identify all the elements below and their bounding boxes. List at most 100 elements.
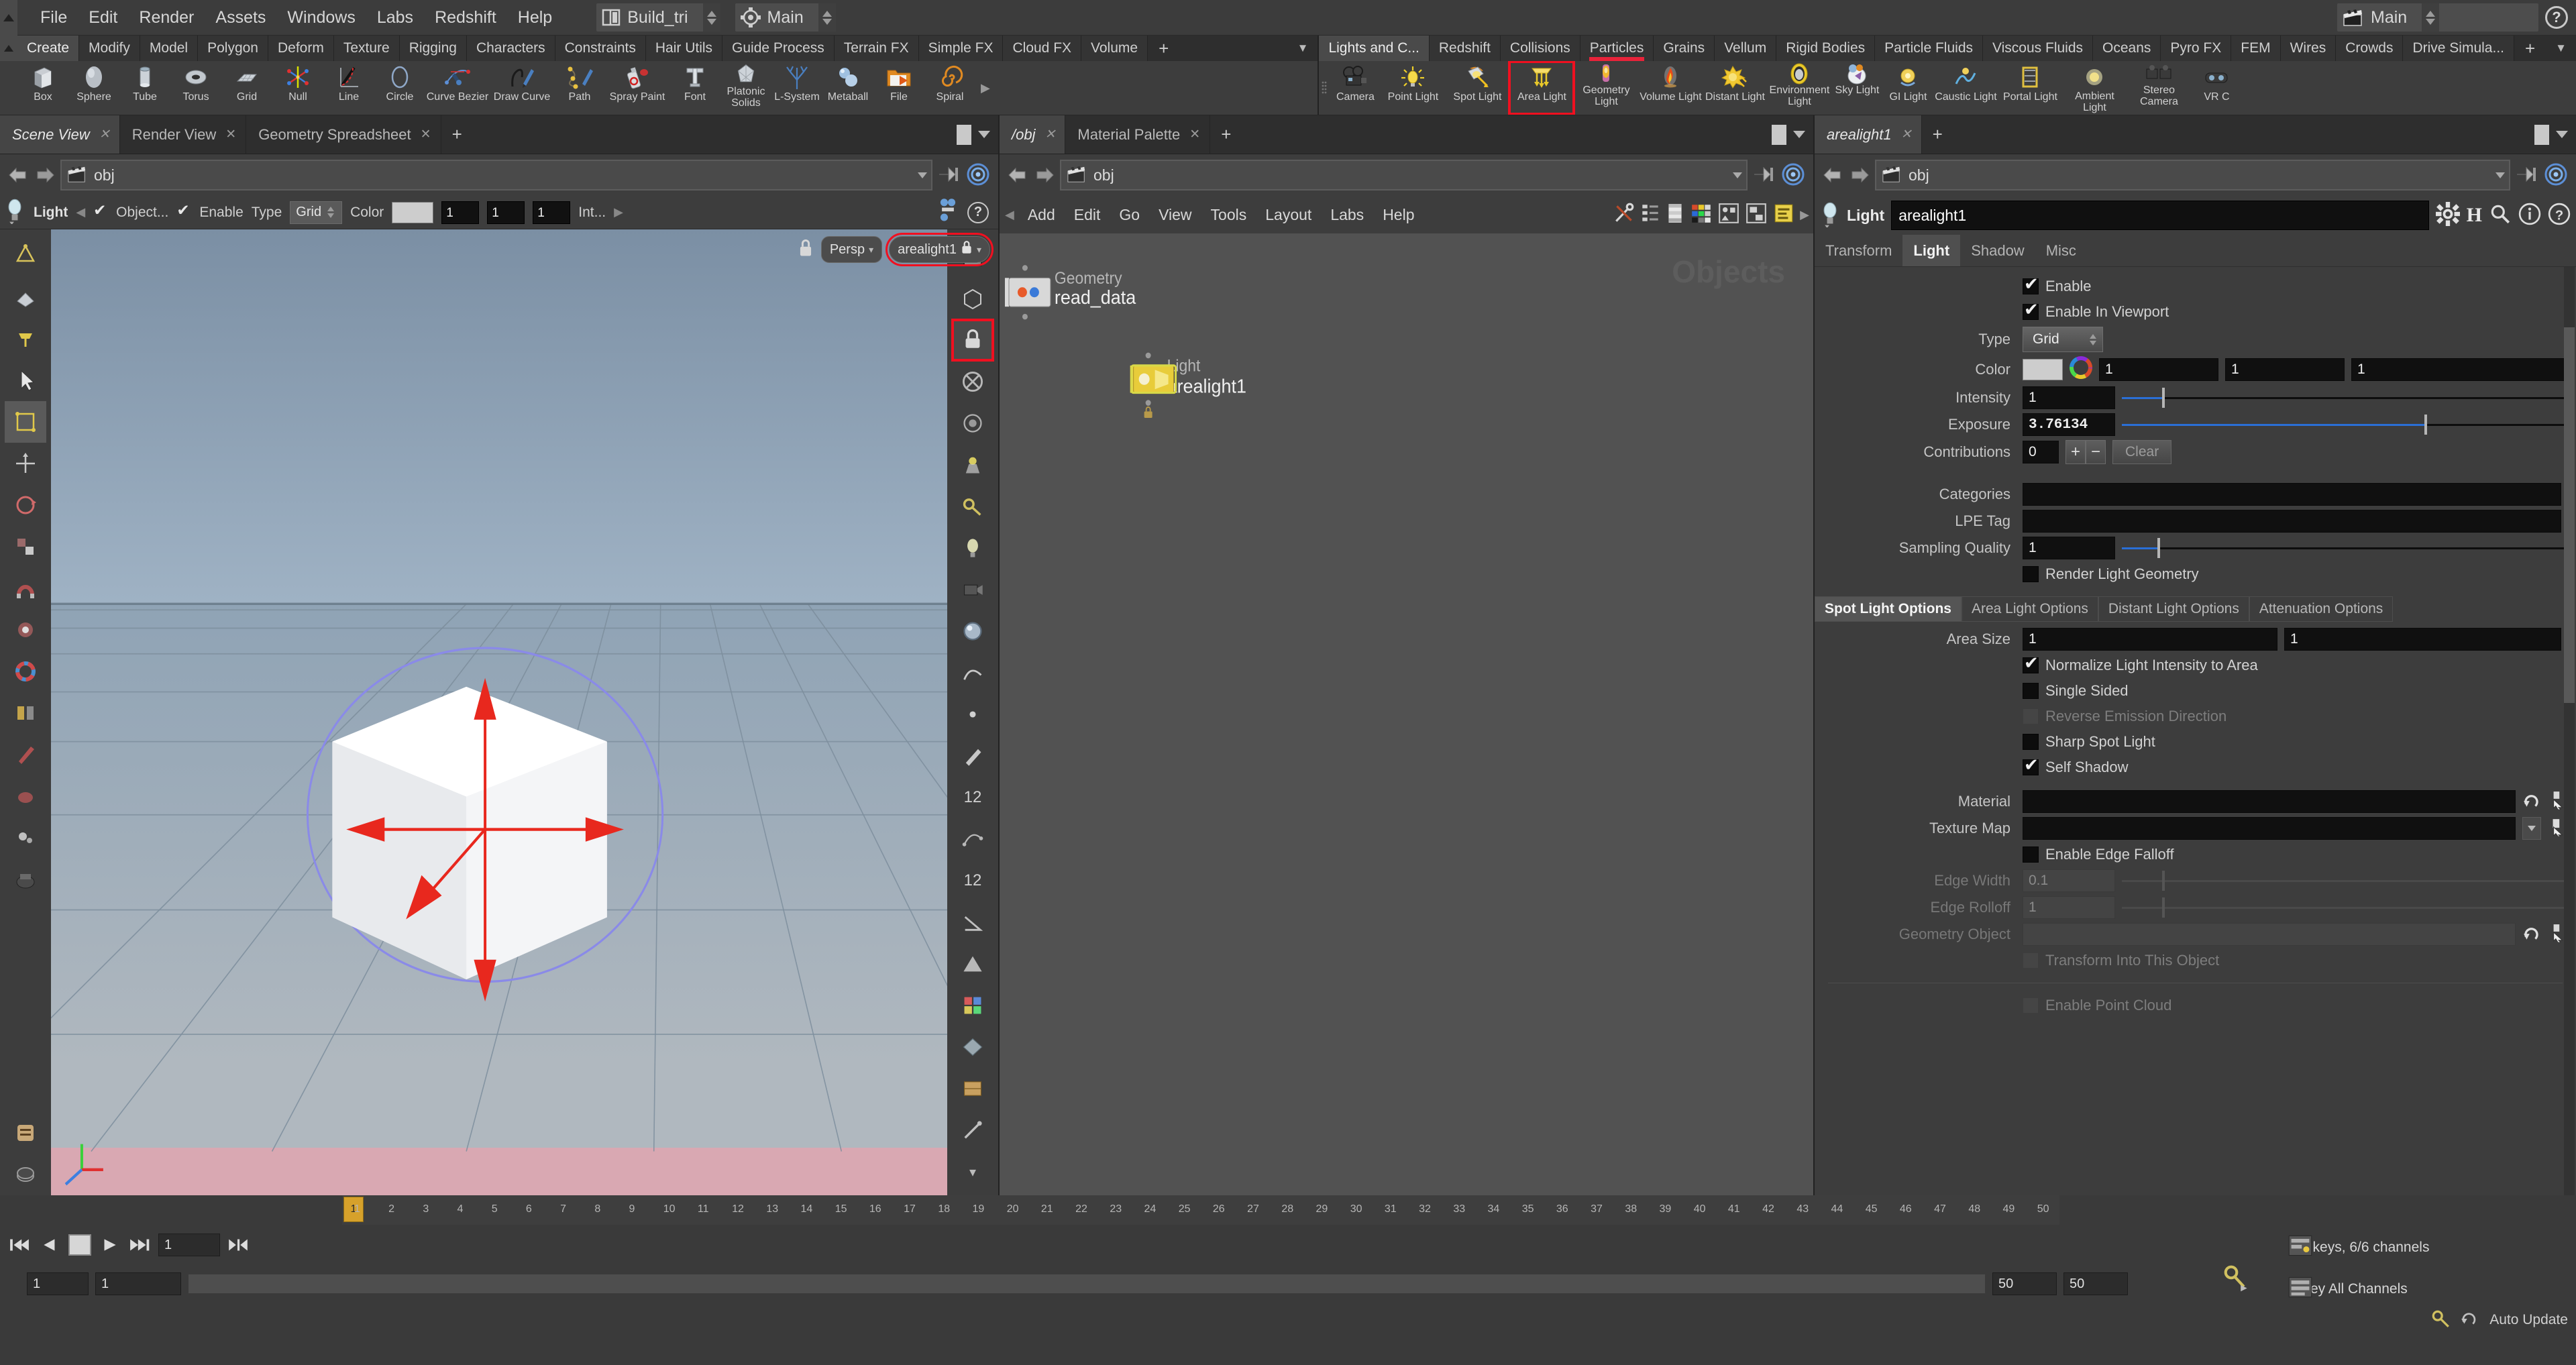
- shelf-tab-deform[interactable]: Deform: [268, 36, 334, 61]
- help-tool-icon[interactable]: [5, 1154, 46, 1195]
- self-shadow-checkbox[interactable]: [2023, 755, 2039, 775]
- range-end-field-b[interactable]: 50: [2063, 1272, 2128, 1295]
- categories-field[interactable]: [2023, 483, 2561, 506]
- toolbar-type-combo[interactable]: Grid: [290, 201, 343, 224]
- tab-arealight1-parms[interactable]: arealight1 ✕: [1815, 115, 1922, 154]
- timeline-ruler[interactable]: 1 1 2 3 4 5 6 7 8 9 10 11 12 13 14 15 16 17 18 19 20 21 22 23 2…: [342, 1195, 2059, 1225]
- shelf-tool-curve-bezier[interactable]: Curve Bezier: [425, 62, 490, 114]
- object-check-icon[interactable]: [93, 201, 108, 220]
- toolbar-color-g[interactable]: 1: [487, 201, 525, 224]
- shelf-left-tools-grip[interactable]: [0, 61, 17, 115]
- shelf-tab-particles[interactable]: Particles: [1580, 36, 1654, 61]
- network-canvas[interactable]: Objects Geometry read_data Light arealig…: [1000, 233, 1813, 1195]
- menu-edit[interactable]: Edit: [78, 4, 128, 32]
- netmenu-go[interactable]: Go: [1110, 203, 1149, 227]
- view-tool-icon[interactable]: [5, 235, 46, 276]
- shelf-tab-redshift[interactable]: Redshift: [1429, 36, 1501, 61]
- shelf-tab-crowds[interactable]: Crowds: [2336, 36, 2404, 61]
- sectab-attenuation-options[interactable]: Attenuation Options: [2249, 596, 2394, 622]
- shelf-tool-sphere[interactable]: Sphere: [68, 62, 119, 114]
- shelf-tool-spiral[interactable]: Spiral: [924, 62, 975, 114]
- forward-icon[interactable]: [1848, 164, 1871, 186]
- desktop-right-spinner[interactable]: [2422, 3, 2440, 32]
- number-12-icon[interactable]: 12: [952, 777, 994, 818]
- light-tool-icon[interactable]: [5, 318, 46, 360]
- texture-icon[interactable]: [952, 1068, 994, 1109]
- shelf-tool-draw-curve[interactable]: Draw Curve: [490, 62, 554, 114]
- parameters-add-tab[interactable]: +: [1922, 115, 1953, 154]
- viewport-canvas[interactable]: [51, 229, 998, 1195]
- ghost-icon[interactable]: [952, 402, 994, 444]
- close-icon[interactable]: ✕: [1901, 127, 1912, 142]
- target-icon[interactable]: [1781, 162, 1807, 188]
- netmenu-help[interactable]: Help: [1373, 203, 1424, 227]
- desktop-selector-build[interactable]: Build_tri: [596, 3, 720, 32]
- shelf-tab-drive-simulation[interactable]: Drive Simula...: [2403, 36, 2514, 61]
- netmenu-layout[interactable]: Layout: [1256, 203, 1321, 227]
- shelf-tab-volume[interactable]: Volume: [1081, 36, 1148, 61]
- shelf-tool-box[interactable]: Box: [17, 62, 68, 114]
- sectab-spot-light-options[interactable]: Spot Light Options: [1815, 596, 1962, 622]
- maximize-pane-icon[interactable]: [957, 124, 971, 145]
- shelf-tool-volume-light[interactable]: Volume Light: [1638, 62, 1703, 114]
- auto-update-label[interactable]: Auto Update: [2489, 1312, 2568, 1328]
- shelf-tab-simple-fx[interactable]: Simple FX: [918, 36, 1004, 61]
- shelf-tool-circle[interactable]: Circle: [374, 62, 425, 114]
- groups-tool-icon[interactable]: [5, 1112, 46, 1154]
- shelf-tab-grains[interactable]: Grains: [1654, 36, 1715, 61]
- triangle-icon[interactable]: [952, 943, 994, 985]
- shelf-tool-geometry-light[interactable]: Geometry Light: [1574, 62, 1638, 114]
- contributions-plus-button[interactable]: +: [2065, 440, 2086, 464]
- pane-menu-icon[interactable]: [978, 131, 990, 138]
- range-end-field-a[interactable]: 50: [1992, 1272, 2057, 1295]
- spotlight-icon[interactable]: [952, 444, 994, 486]
- shelf-tab-vellum[interactable]: Vellum: [1715, 36, 1777, 61]
- shelf-tool-sky-light[interactable]: Sky Light: [1831, 62, 1882, 114]
- info-icon[interactable]: [2518, 203, 2541, 229]
- material-tool-icon[interactable]: [5, 276, 46, 318]
- scene-add-tab[interactable]: +: [441, 115, 473, 154]
- shelf-tab-particle-fluids[interactable]: Particle Fluids: [1875, 36, 1984, 61]
- maximize-pane-icon[interactable]: [1772, 124, 1786, 145]
- curve-edit-icon[interactable]: [952, 818, 994, 860]
- viewport-selected-object[interactable]: arealight1 ▾: [885, 233, 994, 266]
- shelf-tab-oceans[interactable]: Oceans: [2093, 36, 2161, 61]
- shelf-left-scroll-right-icon[interactable]: ▶: [975, 81, 996, 95]
- help-icon[interactable]: ?: [2548, 203, 2571, 229]
- desktop-selector-right[interactable]: Main: [2337, 3, 2538, 32]
- menu-render[interactable]: Render: [128, 4, 205, 32]
- range-start-field[interactable]: 1: [27, 1272, 89, 1295]
- menu-windows[interactable]: Windows: [276, 4, 366, 32]
- timeline-range-slider[interactable]: [188, 1274, 1986, 1294]
- texture-map-field[interactable]: [2023, 817, 2516, 840]
- list-view-icon[interactable]: [1640, 202, 1660, 228]
- desktop-selector-main[interactable]: Main: [735, 3, 836, 32]
- contributions-field[interactable]: 0: [2023, 441, 2059, 463]
- intensity-field[interactable]: 1: [2023, 386, 2115, 409]
- single-sided-checkbox[interactable]: [2023, 683, 2039, 699]
- contributions-stepper[interactable]: + −: [2065, 440, 2106, 464]
- viewport-help-icon[interactable]: ?: [967, 201, 989, 223]
- key-channel-icon[interactable]: [2288, 1233, 2313, 1262]
- shelf-tool-vr-camera[interactable]: VR C: [2191, 62, 2242, 114]
- netmenu-labs[interactable]: Labs: [1321, 203, 1373, 227]
- color-wheel-icon[interactable]: [5, 651, 46, 692]
- pen-tool-icon[interactable]: [5, 734, 46, 775]
- toolbar-color-r[interactable]: 1: [441, 201, 480, 224]
- viewport-view-mode[interactable]: Persp ▾: [820, 236, 883, 263]
- type-spinner[interactable]: [325, 203, 336, 222]
- shelf-tool-portal-light[interactable]: Portal Light: [1998, 62, 2062, 114]
- shelf-tab-polygon[interactable]: Polygon: [198, 36, 268, 61]
- parmtab-transform[interactable]: Transform: [1815, 235, 1903, 266]
- shelf-tab-modify[interactable]: Modify: [79, 36, 140, 61]
- shelf-tab-wires[interactable]: Wires: [2280, 36, 2337, 61]
- maximize-pane-icon[interactable]: [2534, 124, 2549, 145]
- color-r-field[interactable]: 1: [2099, 358, 2218, 381]
- forward-icon[interactable]: [1033, 164, 1056, 186]
- current-frame-field[interactable]: 1: [158, 1234, 220, 1256]
- gear-icon[interactable]: [2435, 201, 2460, 229]
- shelf-tool-spot-light[interactable]: Spot Light: [1445, 62, 1509, 114]
- sharp-spot-light-checkbox[interactable]: [2023, 734, 2039, 750]
- material-view-icon[interactable]: [952, 610, 994, 652]
- shelf-tool-environment-light[interactable]: Environment Light: [1767, 62, 1831, 114]
